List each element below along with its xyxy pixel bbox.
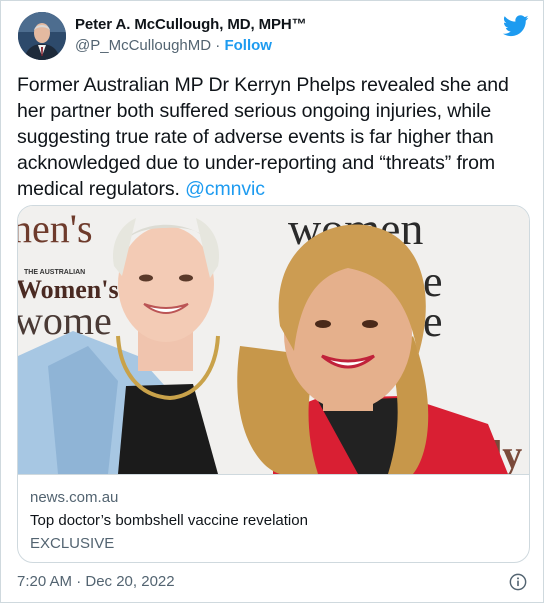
avatar[interactable] bbox=[18, 12, 66, 60]
mention-link[interactable]: @cmnvic bbox=[185, 178, 265, 200]
follow-button[interactable]: Follow bbox=[224, 37, 272, 54]
author-name[interactable]: Peter A. McCullough, MD, MPH™ bbox=[75, 16, 307, 34]
link-meta: news.com.au Top doctor’s bombshell vacci… bbox=[18, 474, 529, 562]
backdrop-letter-e-2: e bbox=[423, 297, 443, 346]
tweet-card: Peter A. McCullough, MD, MPH™ @P_McCullo… bbox=[0, 0, 544, 603]
info-icon[interactable] bbox=[509, 573, 527, 591]
link-preview-image: nen's THE AUSTRALIAN Women's W wome wome… bbox=[18, 206, 529, 474]
author-block: Peter A. McCullough, MD, MPH™ @P_McCullo… bbox=[75, 16, 307, 56]
author-handle[interactable]: @P_McCulloughMD bbox=[75, 37, 211, 54]
backdrop-magazine-top: nen's bbox=[18, 206, 93, 251]
link-headline: Top doctor’s bombshell vaccine revelatio… bbox=[30, 512, 308, 529]
author-handle-row: @P_McCulloughMD · Follow bbox=[75, 36, 307, 56]
timestamp[interactable]: 7:20 AM · Dec 20, 2022 bbox=[17, 572, 175, 592]
link-domain: news.com.au bbox=[30, 489, 119, 506]
avatar-image bbox=[18, 12, 66, 60]
separator: · bbox=[215, 37, 221, 54]
link-preview-card[interactable]: nen's THE AUSTRALIAN Women's W wome wome… bbox=[17, 205, 530, 563]
tweet-text: Former Australian MP Dr Kerryn Phelps re… bbox=[17, 72, 532, 202]
twitter-bird-icon[interactable] bbox=[503, 15, 529, 37]
link-description: EXCLUSIVE bbox=[30, 535, 115, 552]
